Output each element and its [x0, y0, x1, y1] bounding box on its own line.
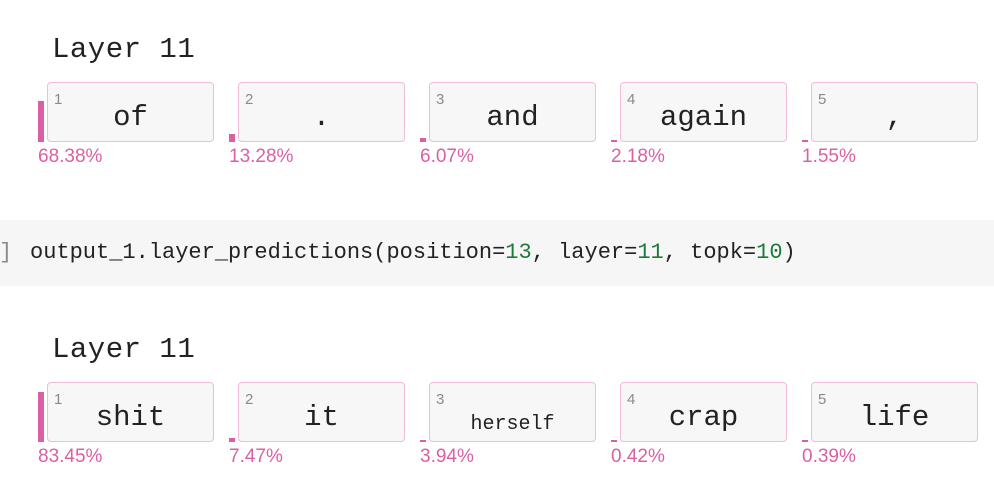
token-rank: 3: [436, 391, 445, 408]
token-list: 1 of 68.38% 2. 13.28% 3 and 6.07% 4 again 2.18% 5, 1…: [0, 82, 994, 182]
cell-prompt: ]: [0, 240, 13, 265]
token-card: 3 and 6.07%: [420, 82, 610, 172]
token-card: 5 life 0.39%: [802, 382, 992, 472]
token-probability: 7.47%: [229, 446, 283, 467]
code-topk-value: 10: [756, 240, 783, 265]
token-card: 2. 13.28%: [229, 82, 419, 172]
probability-bar: [38, 392, 44, 442]
token-box: 2.: [238, 82, 405, 142]
token-box: 4 again: [620, 82, 787, 142]
probability-bar: [802, 140, 808, 142]
probability-bar: [802, 440, 808, 442]
probability-bar: [611, 140, 617, 142]
token-box: 1 shit: [47, 382, 214, 442]
token-probability: 0.42%: [611, 446, 665, 467]
token-probability: 6.07%: [420, 146, 474, 167]
token-card: 1 shit 83.45%: [38, 382, 228, 472]
code-cell[interactable]: ] output_1.layer_predictions(position=13…: [0, 220, 994, 286]
token-word: and: [486, 101, 539, 134]
token-word: it: [304, 401, 339, 434]
token-box: 3 herself: [429, 382, 596, 442]
probability-bar: [229, 134, 235, 142]
layer-title: Layer 11: [52, 333, 196, 366]
layer-title: Layer 11: [52, 33, 196, 66]
token-list: 1 shit 83.45% 2 it 7.47% 3 herself 3.94% 4 crap 0.4…: [0, 382, 994, 482]
token-card: 3 herself 3.94%: [420, 382, 610, 472]
token-card: 1 of 68.38%: [38, 82, 228, 172]
token-box: 5 life: [811, 382, 978, 442]
token-word: ,: [885, 101, 904, 134]
token-probability: 0.39%: [802, 446, 856, 467]
layer-section-1: Layer 11 1 of 68.38% 2. 13.28% 3 and 6.07% 4 agai…: [0, 0, 994, 200]
token-card: 2 it 7.47%: [229, 382, 419, 472]
token-card: 5, 1.55%: [802, 82, 992, 172]
probability-bar: [229, 438, 235, 442]
probability-bar: [611, 440, 617, 442]
token-probability: 1.55%: [802, 146, 856, 167]
token-word: shit: [95, 401, 166, 434]
code-layer-value: 11: [637, 240, 664, 265]
token-word: life: [859, 401, 930, 434]
token-word: crap: [668, 401, 739, 434]
token-word: of: [113, 101, 148, 134]
token-card: 4 again 2.18%: [611, 82, 801, 172]
token-word: again: [659, 101, 747, 134]
token-box: 2 it: [238, 382, 405, 442]
code-position-value: 13: [505, 240, 532, 265]
code-layer-arg: , layer=: [531, 240, 638, 265]
token-probability: 3.94%: [420, 446, 474, 467]
token-card: 4 crap 0.42%: [611, 382, 801, 472]
code-suffix: ): [782, 240, 796, 265]
probability-bar: [420, 440, 426, 442]
token-word: herself: [470, 413, 555, 436]
code-line[interactable]: output_1.layer_predictions(position=13, …: [30, 240, 796, 266]
token-box: 3 and: [429, 82, 596, 142]
token-box: 4 crap: [620, 382, 787, 442]
probability-bar: [38, 101, 44, 142]
layer-section-2: Layer 11 1 shit 83.45% 2 it 7.47% 3 herself 3.94…: [0, 300, 994, 498]
token-probability: 2.18%: [611, 146, 665, 167]
token-box: 5,: [811, 82, 978, 142]
token-probability: 13.28%: [229, 146, 294, 167]
code-prefix: output_1.layer_predictions(position=: [30, 240, 506, 265]
token-box: 1 of: [47, 82, 214, 142]
token-probability: 68.38%: [38, 146, 103, 167]
token-word: .: [312, 101, 331, 134]
code-topk-arg: , topk=: [663, 240, 757, 265]
token-probability: 83.45%: [38, 446, 103, 467]
probability-bar: [420, 138, 426, 142]
